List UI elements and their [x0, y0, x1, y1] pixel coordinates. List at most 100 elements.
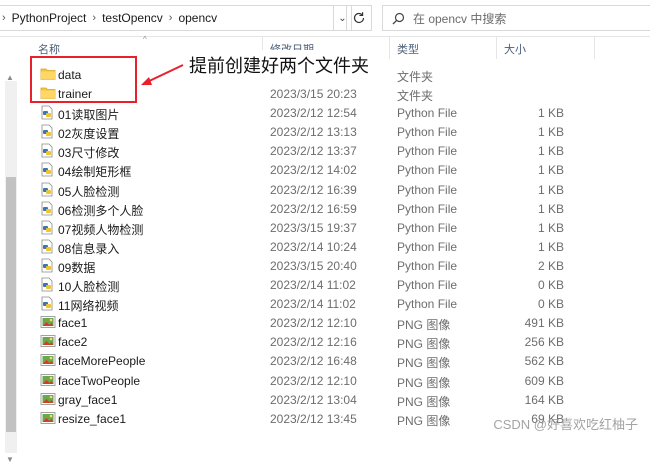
- breadcrumb-item-pythonproject[interactable]: PythonProject: [8, 11, 91, 25]
- file-size: 0 KB: [537, 278, 564, 293]
- annotation-label: 提前创建好两个文件夹: [185, 50, 373, 80]
- file-type: Python File: [397, 239, 458, 254]
- breadcrumb-separator[interactable]: ›: [167, 12, 175, 24]
- file-name: 10人脸检测: [58, 280, 120, 295]
- file-size: 164 KB: [524, 392, 564, 407]
- file-row[interactable]: 04绘制矩形框 2023/2/12 14:02 Python File 1 KB: [30, 160, 650, 179]
- breadcrumb-separator[interactable]: ›: [90, 12, 98, 24]
- column-divider[interactable]: [594, 37, 595, 59]
- file-type: PNG 图像: [397, 337, 451, 352]
- file-name: 03尺寸修改: [58, 146, 120, 161]
- python-file-icon: [40, 277, 56, 292]
- file-name: faceTwoPeople: [58, 373, 141, 388]
- breadcrumb-separator: ›: [2, 12, 6, 24]
- file-row[interactable]: gray_face1 2023/2/12 13:04 PNG 图像 164 KB: [30, 390, 650, 409]
- file-date: 2023/2/12 12:10: [270, 373, 357, 388]
- file-name: 02灰度设置: [58, 127, 120, 142]
- file-date: 2023/2/14 11:02: [270, 297, 356, 312]
- file-size: 0 KB: [537, 297, 564, 312]
- png-image-icon: [40, 392, 56, 407]
- sort-ascending-icon: ^: [143, 35, 147, 44]
- file-size: 1 KB: [537, 163, 564, 178]
- file-name: data: [58, 68, 82, 82]
- file-name: 09数据: [58, 260, 96, 275]
- png-image-icon: [40, 353, 56, 368]
- file-type: PNG 图像: [397, 356, 451, 371]
- breadcrumb-item-opencv[interactable]: opencv: [174, 11, 221, 25]
- file-name: trainer: [58, 87, 93, 102]
- column-divider[interactable]: [389, 37, 390, 59]
- file-date: 2023/2/14 11:02: [270, 278, 356, 293]
- nav-scrollbar-thumb[interactable]: [6, 177, 16, 432]
- python-file-icon: [40, 162, 56, 177]
- file-date: 2023/3/15 20:23: [270, 87, 357, 102]
- file-row[interactable]: 05人脸检测 2023/2/12 16:39 Python File 1 KB: [30, 180, 650, 199]
- file-type: Python File: [397, 258, 458, 273]
- file-name: 06检测多个人脸: [58, 203, 144, 218]
- python-file-icon: [40, 201, 56, 216]
- file-name: 05人脸检测: [58, 184, 120, 199]
- search-input[interactable]: 在 opencv 中搜索: [413, 10, 506, 27]
- file-type: PNG 图像: [397, 394, 451, 409]
- column-divider[interactable]: [496, 37, 497, 59]
- png-image-icon: [40, 411, 56, 426]
- python-file-icon: [40, 182, 56, 197]
- file-row[interactable]: face2 2023/2/12 12:16 PNG 图像 256 KB: [30, 332, 650, 351]
- file-type: PNG 图像: [397, 318, 451, 333]
- file-row[interactable]: 10人脸检测 2023/2/14 11:02 Python File 0 KB: [30, 275, 650, 294]
- file-date: 2023/2/12 12:16: [270, 335, 357, 350]
- file-row[interactable]: face1 2023/2/12 12:10 PNG 图像 491 KB: [30, 313, 650, 332]
- file-type: Python File: [397, 201, 458, 216]
- file-date: 2023/2/14 10:24: [270, 239, 357, 254]
- search-icon: [383, 12, 413, 25]
- file-row[interactable]: 07视频人物检测 2023/3/15 19:37 Python File 1 KB: [30, 218, 650, 237]
- file-date: 2023/2/12 16:48: [270, 354, 357, 369]
- file-size: 1 KB: [537, 220, 564, 235]
- file-row[interactable]: 02灰度设置 2023/2/12 13:13 Python File 1 KB: [30, 122, 650, 141]
- file-type: PNG 图像: [397, 375, 451, 390]
- search-box[interactable]: 在 opencv 中搜索: [382, 5, 650, 31]
- file-row[interactable]: 09数据 2023/3/15 20:40 Python File 2 KB: [30, 256, 650, 275]
- column-header-name[interactable]: 名称: [38, 41, 60, 57]
- file-date: 2023/2/12 12:54: [270, 106, 357, 121]
- file-row[interactable]: faceTwoPeople 2023/2/12 12:10 PNG 图像 609 KB: [30, 371, 650, 390]
- file-name: 11网络视频: [58, 299, 119, 314]
- column-header-size[interactable]: 大小: [504, 41, 526, 57]
- file-type: Python File: [397, 220, 458, 235]
- python-file-icon: [40, 143, 56, 158]
- scroll-down-arrow-icon[interactable]: ▼: [6, 455, 14, 464]
- breadcrumb[interactable]: › PythonProject › testOpencv › opencv: [0, 5, 334, 31]
- python-file-icon: [40, 124, 56, 139]
- file-row[interactable]: faceMorePeople 2023/2/12 16:48 PNG 图像 562 K…: [30, 351, 650, 370]
- file-row[interactable]: 06检测多个人脸 2023/2/12 16:59 Python File 1 KB: [30, 199, 650, 218]
- folder-icon: [40, 86, 56, 101]
- file-row[interactable]: trainer 2023/3/15 20:23 文件夹: [30, 84, 650, 103]
- file-type: 文件夹: [397, 70, 434, 84]
- file-type: Python File: [397, 182, 458, 197]
- file-name: face1: [58, 316, 88, 331]
- file-row[interactable]: 11网络视频 2023/2/14 11:02 Python File 0 KB: [30, 294, 650, 313]
- file-size: 562 KB: [524, 354, 564, 369]
- file-size: 609 KB: [524, 373, 564, 388]
- python-file-icon: [40, 220, 56, 235]
- file-name: 04绘制矩形框: [58, 165, 132, 180]
- file-type: PNG 图像: [397, 413, 451, 428]
- file-row[interactable]: 01读取图片 2023/2/12 12:54 Python File 1 KB: [30, 103, 650, 122]
- file-type: Python File: [397, 278, 458, 293]
- folder-icon: [40, 67, 56, 82]
- file-name: faceMorePeople: [58, 354, 146, 369]
- refresh-button[interactable]: [346, 5, 372, 31]
- python-file-icon: [40, 258, 56, 273]
- python-file-icon: [40, 239, 56, 254]
- file-size: 256 KB: [524, 335, 564, 350]
- file-row[interactable]: 08信息录入 2023/2/14 10:24 Python File 1 KB: [30, 237, 650, 256]
- refresh-icon: [353, 12, 365, 24]
- file-size: 1 KB: [537, 239, 564, 254]
- file-date: 2023/3/15 19:37: [270, 220, 357, 235]
- column-header-type[interactable]: 类型: [397, 41, 419, 57]
- file-name: face2: [58, 335, 88, 350]
- file-row[interactable]: 03尺寸修改 2023/2/12 13:37 Python File 1 KB: [30, 141, 650, 160]
- file-name: 01读取图片: [58, 108, 120, 123]
- png-image-icon: [40, 373, 56, 388]
- breadcrumb-item-testopencv[interactable]: testOpencv: [98, 11, 167, 25]
